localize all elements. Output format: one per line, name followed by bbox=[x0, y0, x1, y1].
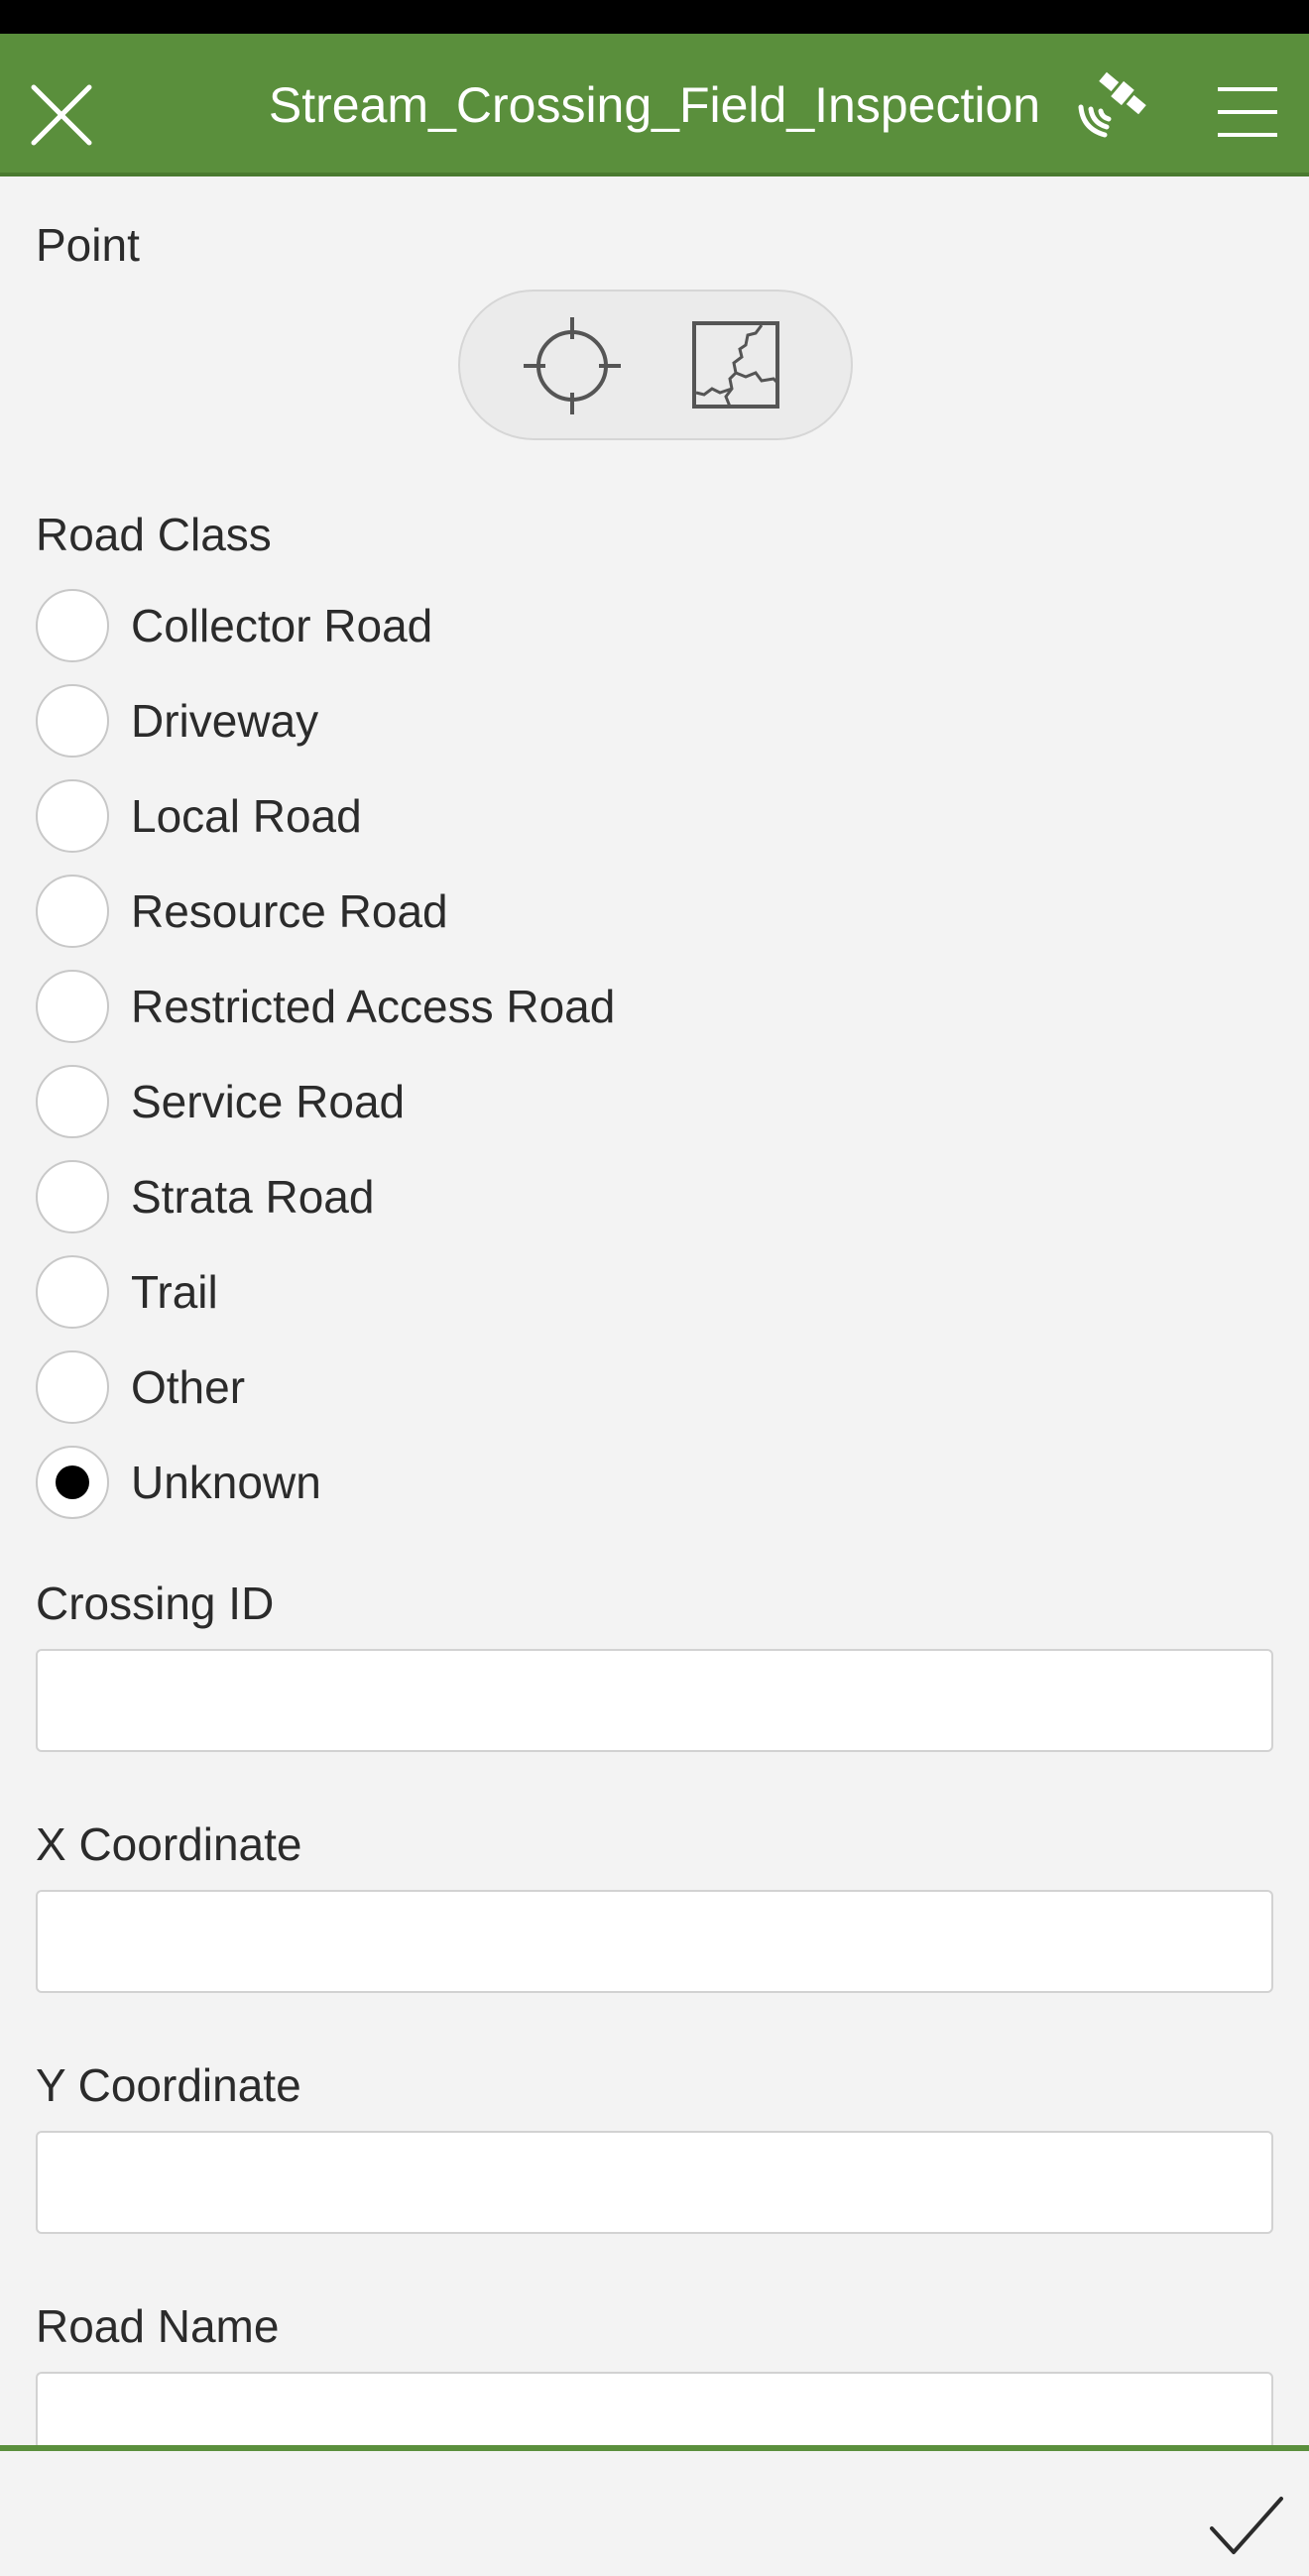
radio-label: Trail bbox=[131, 1266, 218, 1318]
close-icon bbox=[31, 84, 92, 146]
road-class-option[interactable]: Service Road bbox=[36, 1054, 1275, 1149]
page-title: Stream_Crossing_Field_Inspection bbox=[268, 77, 1041, 133]
crossing-id-field[interactable] bbox=[36, 1649, 1273, 1752]
radio-label: Driveway bbox=[131, 695, 319, 747]
radio-button[interactable] bbox=[36, 1350, 109, 1424]
road-class-option[interactable]: Unknown bbox=[36, 1435, 1275, 1530]
radio-button[interactable] bbox=[36, 1065, 109, 1138]
road-class-option[interactable]: Driveway bbox=[36, 673, 1275, 768]
radio-button[interactable] bbox=[36, 875, 109, 948]
road-class-option[interactable]: Collector Road bbox=[36, 578, 1275, 673]
map-icon bbox=[692, 321, 779, 409]
radio-label: Strata Road bbox=[131, 1171, 375, 1223]
y-coordinate-label: Y Coordinate bbox=[36, 2059, 301, 2111]
road-class-option[interactable]: Restricted Access Road bbox=[36, 959, 1275, 1054]
menu-button[interactable] bbox=[1212, 79, 1283, 145]
road-name-label: Road Name bbox=[36, 2300, 280, 2352]
satellite-gps-icon bbox=[1078, 71, 1146, 138]
hamburger-menu-icon bbox=[1218, 87, 1277, 137]
radio-label: Local Road bbox=[131, 790, 362, 842]
radio-button[interactable] bbox=[36, 1160, 109, 1233]
radio-label: Other bbox=[131, 1361, 246, 1413]
footer-bar bbox=[0, 2445, 1309, 2576]
radio-button[interactable] bbox=[36, 970, 109, 1043]
road-class-radio-group: Collector Road Driveway Local Road Resou… bbox=[36, 578, 1275, 1530]
road-class-option[interactable]: Trail bbox=[36, 1244, 1275, 1340]
app-header: Stream_Crossing_Field_Inspection bbox=[0, 34, 1309, 176]
checkmark-icon bbox=[1210, 2497, 1283, 2554]
crossing-id-label: Crossing ID bbox=[36, 1578, 275, 1629]
select-on-map-button[interactable] bbox=[690, 319, 781, 410]
location-picker bbox=[458, 290, 853, 440]
use-current-location-button[interactable] bbox=[520, 313, 625, 418]
road-class-option[interactable]: Local Road bbox=[36, 768, 1275, 864]
close-button[interactable] bbox=[20, 73, 103, 157]
radio-button[interactable] bbox=[36, 1255, 109, 1329]
gps-status-button[interactable] bbox=[1067, 67, 1156, 147]
radio-label: Unknown bbox=[131, 1457, 321, 1508]
radio-button[interactable] bbox=[36, 684, 109, 758]
radio-label: Service Road bbox=[131, 1076, 406, 1127]
point-label: Point bbox=[36, 219, 140, 271]
x-coordinate-label: X Coordinate bbox=[36, 1818, 302, 1870]
radio-label: Collector Road bbox=[131, 600, 433, 651]
radio-button[interactable] bbox=[36, 1446, 109, 1519]
radio-label: Resource Road bbox=[131, 885, 448, 937]
road-class-option[interactable]: Other bbox=[36, 1340, 1275, 1435]
crosshair-icon bbox=[524, 317, 621, 414]
road-class-label: Road Class bbox=[36, 509, 272, 560]
radio-button[interactable] bbox=[36, 589, 109, 662]
submit-button[interactable] bbox=[1208, 2493, 1285, 2558]
radio-button[interactable] bbox=[36, 779, 109, 853]
radio-label: Restricted Access Road bbox=[131, 981, 616, 1032]
status-bar bbox=[0, 0, 1309, 34]
road-class-option[interactable]: Resource Road bbox=[36, 864, 1275, 959]
x-coordinate-field[interactable] bbox=[36, 1890, 1273, 1993]
y-coordinate-field[interactable] bbox=[36, 2131, 1273, 2234]
road-class-option[interactable]: Strata Road bbox=[36, 1149, 1275, 1244]
